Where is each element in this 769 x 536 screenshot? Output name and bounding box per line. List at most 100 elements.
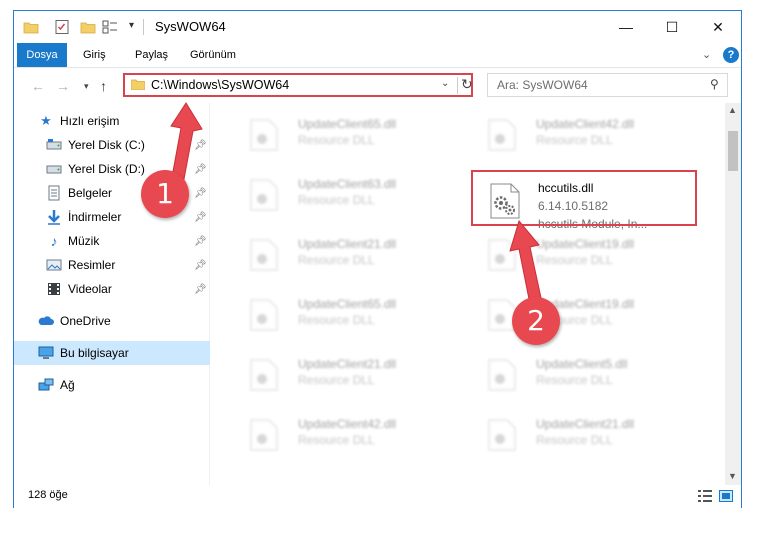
address-bar[interactable]: C:\Windows\SysWOW64 ⌄ ↻ xyxy=(123,73,473,97)
sidebar-item-label: Videolar xyxy=(68,282,112,296)
sidebar-item-label: Müzik xyxy=(68,234,100,248)
file-item[interactable]: UpdateClient65.dll Resource DLL xyxy=(238,289,438,341)
expand-ribbon-icon[interactable]: ⌄ xyxy=(702,48,711,61)
recent-locations-icon[interactable]: ▾ xyxy=(84,81,89,92)
status-bar: 128 öğe xyxy=(14,485,741,508)
pictures-icon xyxy=(46,259,62,271)
address-separator xyxy=(457,77,458,94)
minimize-button[interactable]: — xyxy=(603,11,649,43)
scroll-up-icon[interactable]: ▲ xyxy=(728,105,737,115)
address-path[interactable]: C:\Windows\SysWOW64 xyxy=(151,78,289,92)
file-item[interactable]: UpdateClient5.dll Resource DLL xyxy=(476,349,676,401)
file-item[interactable]: UpdateClient63.dll Resource DLL xyxy=(238,169,438,221)
file-type: Resource DLL xyxy=(298,193,375,207)
dll-file-icon xyxy=(250,359,278,391)
file-item[interactable]: UpdateClient65.dll Resource DLL xyxy=(238,109,438,161)
file-item[interactable]: UpdateClient21.dll Resource DLL xyxy=(238,349,438,401)
close-button[interactable]: ✕ xyxy=(695,11,741,43)
file-name: UpdateClient5.dll xyxy=(536,357,628,371)
sidebar-item-music[interactable]: ♪ Müzik 📌︎ xyxy=(14,229,210,253)
sidebar-item-label: OneDrive xyxy=(60,314,111,328)
file-type: Resource DLL xyxy=(298,133,375,147)
dll-file-icon xyxy=(250,119,278,151)
network-icon xyxy=(38,378,54,391)
sidebar-item-network[interactable]: Ağ xyxy=(14,373,210,397)
file-list: UpdateClient65.dll Resource DLL UpdateCl… xyxy=(224,103,724,485)
file-item[interactable]: UpdateClient42.dll Resource DLL xyxy=(238,409,438,461)
search-input[interactable]: Ara: SysWOW64 xyxy=(497,78,588,92)
pin-icon[interactable]: 📌︎ xyxy=(194,212,207,223)
file-name: UpdateClient42.dll xyxy=(298,417,397,431)
tab-view[interactable]: Görünüm xyxy=(183,43,243,67)
sidebar-item-label: Bu bilgisayar xyxy=(60,346,129,360)
music-icon: ♪ xyxy=(50,233,58,249)
tab-home[interactable]: Giriş xyxy=(76,43,113,67)
file-name: UpdateClient21.dll xyxy=(536,417,635,431)
documents-icon xyxy=(48,185,60,201)
vertical-scrollbar[interactable]: ▲ ▼ xyxy=(725,103,741,485)
dll-file-icon xyxy=(250,299,278,331)
details-view-icon[interactable] xyxy=(698,490,712,502)
dll-file-icon xyxy=(488,359,516,391)
file-name: UpdateClient65.dll xyxy=(298,117,397,131)
folder-icon[interactable] xyxy=(23,19,39,35)
item-count: 128 öğe xyxy=(28,489,68,501)
navigation-bar: ← → ▾ ↑ C:\Windows\SysWOW64 ⌄ ↻ Ara: Sys… xyxy=(14,67,741,103)
up-arrow-icon[interactable]: ↑ xyxy=(100,78,107,94)
file-type: Resource DLL xyxy=(298,373,375,387)
address-dropdown-icon[interactable]: ⌄ xyxy=(441,78,449,89)
tab-share[interactable]: Paylaş xyxy=(128,43,175,67)
downloads-icon xyxy=(48,210,60,225)
step-2-badge: 2 xyxy=(512,297,560,345)
sidebar-item-this-pc[interactable]: Bu bilgisayar xyxy=(14,341,210,365)
dll-file-icon xyxy=(488,119,516,151)
sidebar-item-label: Resimler xyxy=(68,258,116,272)
star-icon: ★ xyxy=(40,113,52,128)
sidebar-item-pictures[interactable]: Resimler 📌︎ xyxy=(14,253,210,277)
sidebar-item-videos[interactable]: Videolar 📌︎ xyxy=(14,277,210,301)
scroll-down-icon[interactable]: ▼ xyxy=(728,471,737,481)
step-1-badge: 1 xyxy=(141,170,189,218)
forward-arrow-icon[interactable]: → xyxy=(56,78,70,94)
file-item[interactable]: UpdateClient21.dll Resource DLL xyxy=(476,409,676,461)
dll-file-icon xyxy=(250,179,278,211)
sidebar-item-label: Yerel Disk (C:) xyxy=(68,138,145,152)
pin-icon[interactable]: 📌︎ xyxy=(194,188,207,199)
file-name: UpdateClient21.dll xyxy=(298,237,397,251)
refresh-icon[interactable]: ↻ xyxy=(461,76,473,93)
pin-icon[interactable]: 📌︎ xyxy=(194,284,207,295)
file-type: Resource DLL xyxy=(536,133,613,147)
window-title: SysWOW64 xyxy=(155,19,226,34)
maximize-button[interactable]: ☐ xyxy=(649,11,695,43)
pin-icon[interactable]: 📌︎ xyxy=(194,260,207,271)
new-folder-icon[interactable] xyxy=(80,19,96,35)
file-type: Resource DLL xyxy=(298,313,375,327)
help-button[interactable]: ? xyxy=(723,47,739,63)
search-box[interactable]: Ara: SysWOW64 ⚲ xyxy=(487,73,728,97)
file-item[interactable]: UpdateClient21.dll Resource DLL xyxy=(238,229,438,281)
title-bar: ▾ SysWOW64 — ☐ ✕ xyxy=(14,11,741,43)
file-name: UpdateClient21.dll xyxy=(298,357,397,371)
properties-icon[interactable] xyxy=(54,19,70,35)
pin-icon[interactable]: 📌︎ xyxy=(194,236,207,247)
sidebar-item-label: Hızlı erişim xyxy=(60,114,120,128)
back-arrow-icon[interactable]: ← xyxy=(31,78,45,94)
file-item[interactable]: UpdateClient42.dll Resource DLL xyxy=(476,109,676,161)
file-name: UpdateClient65.dll xyxy=(298,297,397,311)
tab-file[interactable]: Dosya xyxy=(17,43,67,67)
sidebar-item-label: Belgeler xyxy=(68,186,113,200)
search-icon[interactable]: ⚲ xyxy=(710,77,719,91)
sidebar-item-onedrive[interactable]: OneDrive xyxy=(14,309,210,333)
folder-icon xyxy=(131,79,145,90)
dll-file-icon xyxy=(250,419,278,451)
quick-access-dropdown-icon[interactable]: ▾ xyxy=(129,20,134,31)
dll-file-icon xyxy=(488,419,516,451)
title-separator xyxy=(143,19,144,35)
dll-file-icon xyxy=(250,239,278,271)
computer-icon xyxy=(38,346,54,359)
file-name: UpdateClient42.dll xyxy=(536,117,635,131)
large-icons-view-icon[interactable] xyxy=(719,490,733,502)
view-toggle-icon[interactable] xyxy=(102,19,118,35)
ribbon-tabs: Dosya Giriş Paylaş Görünüm ⌄ ? xyxy=(14,43,741,67)
scroll-thumb[interactable] xyxy=(728,131,738,171)
